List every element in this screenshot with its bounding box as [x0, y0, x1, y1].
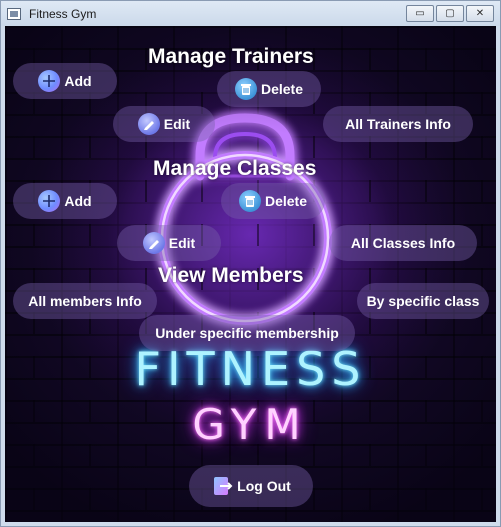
- class-add-button[interactable]: Add: [13, 183, 117, 219]
- app-icon: [7, 7, 21, 20]
- trainer-delete-label: Delete: [260, 81, 304, 97]
- logo-gym-text: GYM: [192, 400, 309, 449]
- all-classes-info-label: All Classes Info: [350, 235, 456, 251]
- close-button[interactable]: ✕: [466, 5, 494, 22]
- all-classes-info-button[interactable]: All Classes Info: [329, 225, 477, 261]
- trash-icon: [238, 190, 261, 212]
- trainer-edit-button[interactable]: Edit: [113, 106, 215, 142]
- class-edit-label: Edit: [168, 235, 196, 251]
- logout-label: Log Out: [237, 478, 291, 494]
- trainer-add-label: Add: [64, 73, 92, 89]
- logout-button[interactable]: Log Out: [189, 465, 313, 507]
- all-members-info-button[interactable]: All members Info: [13, 283, 157, 319]
- heading-view-members: View Members: [158, 264, 304, 287]
- trainer-delete-button[interactable]: Delete: [217, 71, 321, 107]
- class-delete-button[interactable]: Delete: [221, 183, 325, 219]
- plus-circle-icon: [38, 70, 61, 92]
- all-trainers-info-label: All Trainers Info: [345, 116, 451, 132]
- title-bar: Fitness Gym ▭ ▢ ✕: [1, 1, 500, 26]
- heading-manage-trainers: Manage Trainers: [148, 45, 314, 68]
- trash-icon: [234, 78, 257, 100]
- window-title: Fitness Gym: [29, 6, 97, 21]
- pencil-icon: [142, 232, 165, 254]
- class-edit-button[interactable]: Edit: [117, 225, 221, 261]
- class-delete-label: Delete: [264, 193, 308, 209]
- logout-door-icon: [211, 475, 233, 497]
- minimize-button[interactable]: ▭: [406, 5, 434, 22]
- plus-circle-icon: [38, 190, 61, 212]
- dashboard-panel: FITNESS GYM Manage Trainers Add Delete E…: [5, 26, 496, 522]
- under-specific-membership-label: Under specific membership: [155, 325, 339, 341]
- by-specific-class-button[interactable]: By specific class: [357, 283, 489, 319]
- trainer-add-button[interactable]: Add: [13, 63, 117, 99]
- class-add-label: Add: [64, 193, 92, 209]
- maximize-button[interactable]: ▢: [436, 5, 464, 22]
- heading-manage-classes: Manage Classes: [153, 157, 317, 180]
- app-window: Fitness Gym ▭ ▢ ✕ FITNESS GYM Manage Tra…: [0, 0, 501, 527]
- under-specific-membership-button[interactable]: Under specific membership: [139, 315, 355, 351]
- by-specific-class-label: By specific class: [366, 293, 480, 309]
- all-members-info-label: All members Info: [28, 293, 142, 309]
- window-controls: ▭ ▢ ✕: [406, 5, 494, 22]
- pencil-icon: [137, 113, 160, 135]
- trainer-edit-label: Edit: [163, 116, 191, 132]
- all-trainers-info-button[interactable]: All Trainers Info: [323, 106, 473, 142]
